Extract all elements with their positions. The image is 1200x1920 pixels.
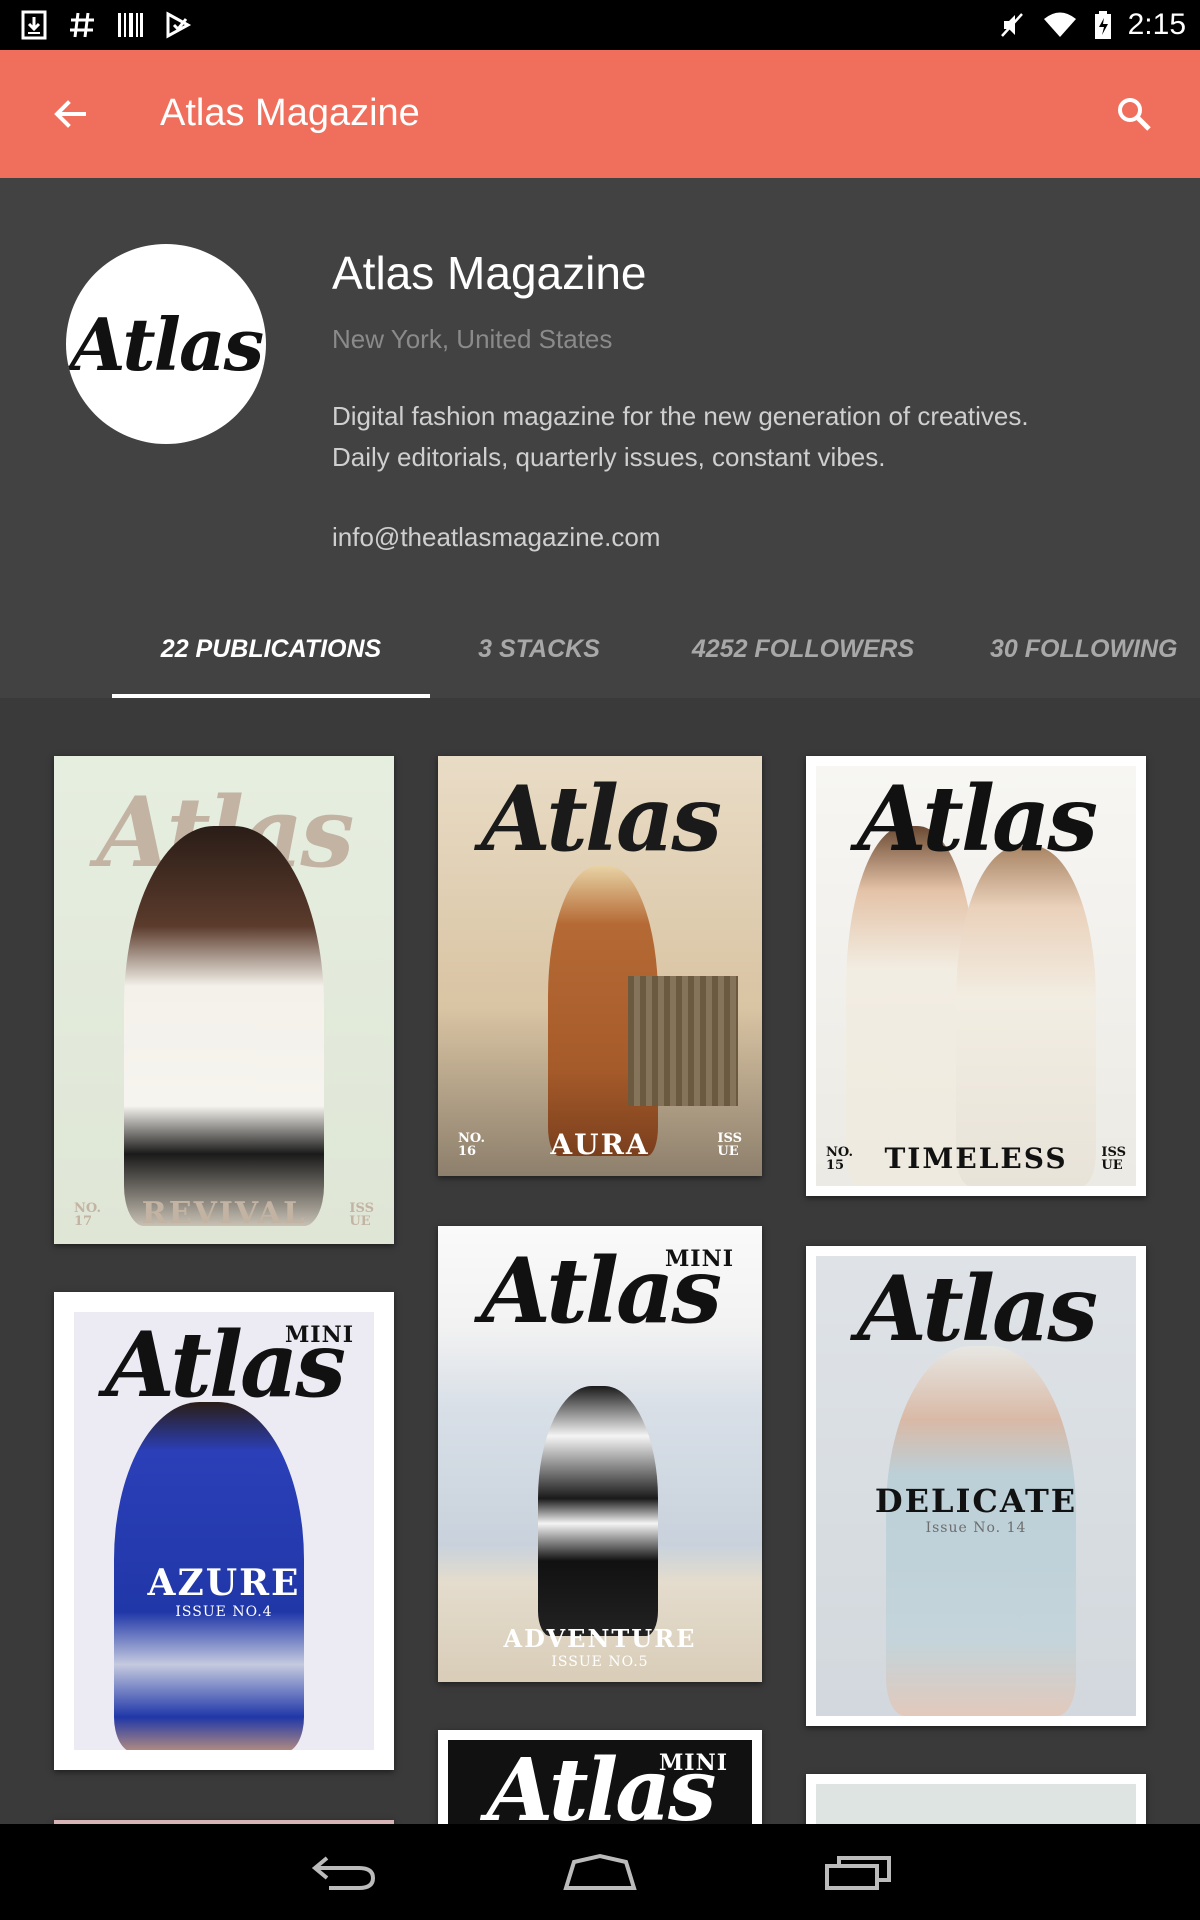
cover-title: ADVENTURE — [503, 1624, 697, 1653]
nav-recents-button[interactable] — [808, 1844, 908, 1900]
arrow-left-icon — [54, 100, 86, 128]
description-line-2: Daily editorials, quarterly issues, cons… — [332, 442, 886, 472]
nav-home-button[interactable] — [550, 1844, 650, 1900]
publication-card[interactable]: Atlas AURA NO. 16 ISS UE — [438, 756, 762, 1176]
cover-issue-number: ISSUE NO.4 — [175, 1604, 273, 1620]
publication-card[interactable]: Atlas DELICATE Issue No. 14 — [806, 1246, 1146, 1726]
cover-issue-label: ISS UE — [349, 1201, 374, 1229]
download-icon — [20, 10, 48, 40]
status-indicators: 2:15 — [998, 6, 1186, 44]
cover-title: DELICATE — [874, 1482, 1078, 1520]
app-title: Atlas Magazine — [160, 92, 420, 134]
nav-recents-icon — [825, 1856, 891, 1890]
barcode-icon — [116, 10, 144, 40]
muted-icon — [998, 10, 1026, 40]
nav-home-icon — [563, 1853, 637, 1890]
status-time: 2:15 — [1127, 8, 1186, 41]
publication-card[interactable]: Atlas MINI — [438, 1730, 762, 1824]
tab-publications[interactable]: 22 PUBLICATIONS — [112, 600, 430, 698]
search-button[interactable] — [1108, 88, 1160, 140]
status-notifications — [20, 8, 192, 42]
play-store-icon — [164, 10, 192, 40]
app-bar: Atlas Magazine — [0, 50, 1200, 178]
publication-card[interactable]: Atlas MINI AZURE ISSUE NO.4 — [54, 1292, 394, 1770]
avatar[interactable]: Atlas — [66, 244, 266, 444]
tab-following[interactable]: 30 FOLLOWING — [990, 600, 1200, 698]
tab-followers[interactable]: 4252 FOLLOWERS — [672, 600, 934, 698]
cover-issue-number: NO. 15 — [826, 1145, 853, 1173]
navigation-bar — [0, 1824, 1200, 1920]
back-button[interactable] — [44, 88, 96, 140]
profile-name: Atlas Magazine — [332, 247, 647, 299]
cover-mini-label: MINI — [658, 1750, 728, 1776]
cover-title: REVIVAL — [141, 1196, 307, 1231]
cover-title: AZURE — [147, 1562, 301, 1604]
cover-issue-number: NO. 17 — [74, 1201, 101, 1229]
atlas-logo: Atlas — [69, 301, 264, 387]
cover-issue-label: ISS UE — [717, 1131, 742, 1159]
profile-description: Digital fashion magazine for the new gen… — [332, 396, 1152, 478]
hash-icon — [68, 10, 96, 40]
battery-icon — [1094, 10, 1112, 40]
cover-radiator — [628, 976, 738, 1106]
profile-location: New York, United States — [332, 324, 613, 354]
cover-masthead: Atlas — [857, 766, 1098, 872]
cover-masthead: Atlas — [481, 766, 722, 872]
nav-back-button[interactable] — [294, 1844, 394, 1900]
cover-photo — [538, 1386, 658, 1636]
profile-email[interactable]: info@theatlasmagazine.com — [332, 522, 660, 553]
search-icon — [1118, 98, 1151, 131]
cover-photo — [124, 826, 324, 1226]
publication-card[interactable]: Atlas TIMELESS NO. 15 ISS UE — [806, 756, 1146, 1196]
wifi-icon — [1042, 10, 1078, 40]
tab-stacks[interactable]: 3 STACKS — [440, 600, 638, 698]
publications-grid: Atlas REVIVAL NO. 17 ISS UE Atlas AURA N… — [0, 698, 1200, 1824]
cover-issue-number: ISSUE NO.5 — [551, 1654, 649, 1670]
description-line-1: Digital fashion magazine for the new gen… — [332, 401, 1029, 431]
cover-issue-label: ISS UE — [1101, 1145, 1126, 1173]
publication-card[interactable]: Atlas REVIVAL NO. 17 ISS UE — [54, 756, 394, 1244]
publication-card[interactable]: Atlas MINI ADVENTURE ISSUE NO.5 — [438, 1226, 762, 1682]
nav-back-icon — [311, 1856, 376, 1890]
publication-card[interactable] — [806, 1774, 1146, 1824]
cover-mini-label: MINI — [664, 1246, 734, 1272]
cover-title: AURA — [550, 1128, 650, 1161]
profile-tabs: 22 PUBLICATIONS 3 STACKS 4252 FOLLOWERS … — [0, 600, 1200, 698]
cover-title: TIMELESS — [884, 1142, 1068, 1175]
cover-masthead: Atlas — [857, 1256, 1098, 1362]
cover-photo-2 — [956, 846, 1096, 1186]
cover-mini-label: MINI — [284, 1322, 354, 1348]
cover-issue-number: Issue No. 14 — [925, 1520, 1027, 1536]
cover-issue-number: NO. 16 — [458, 1131, 485, 1159]
status-bar: 2:15 — [0, 0, 1200, 50]
